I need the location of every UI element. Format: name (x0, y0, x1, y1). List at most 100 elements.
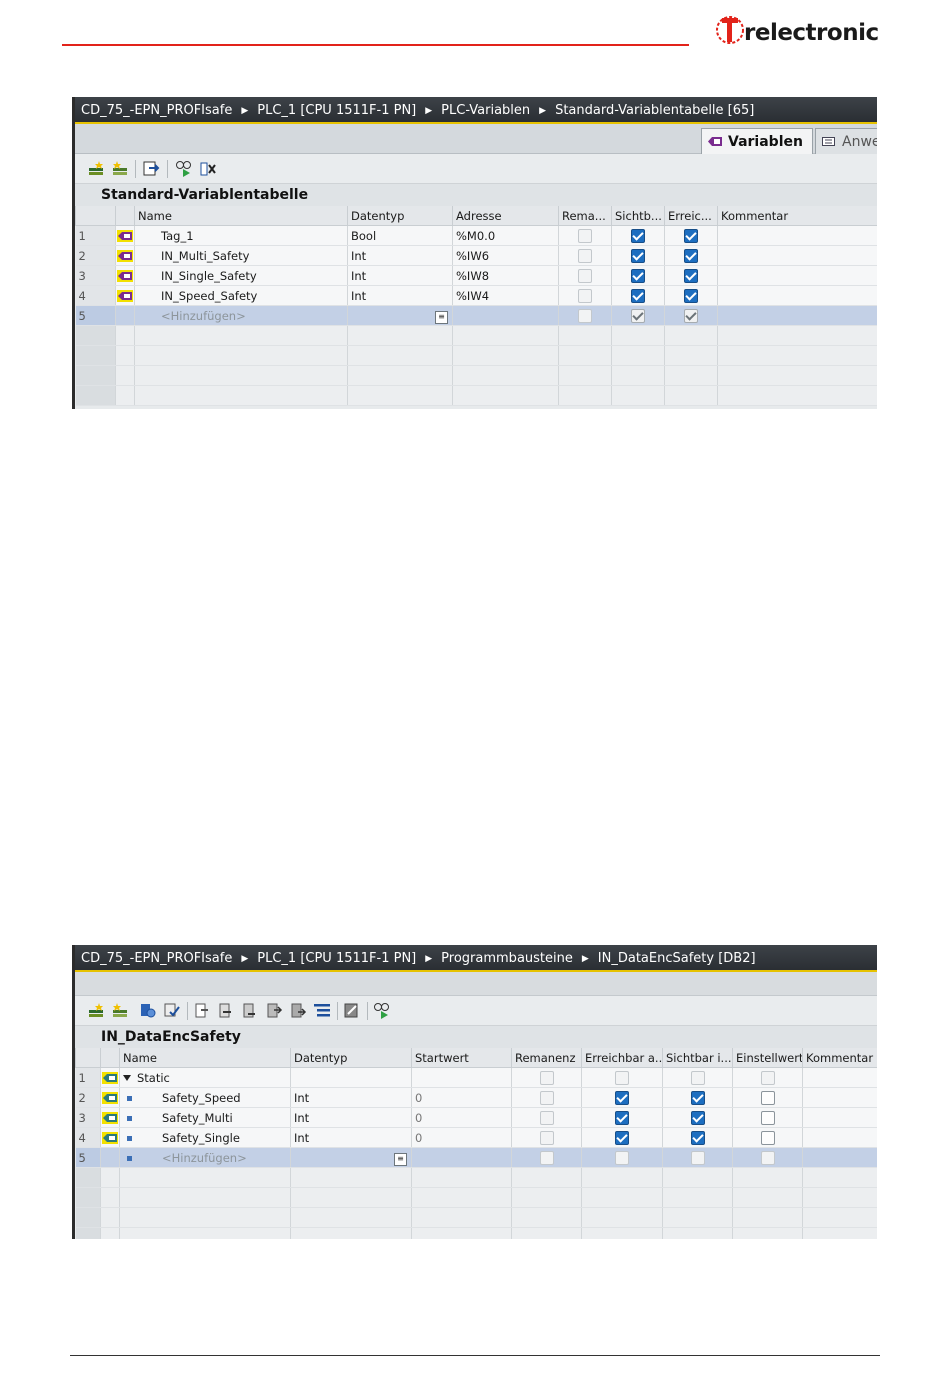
visible-checkbox[interactable] (662, 1087, 733, 1108)
visible-checkbox[interactable] (611, 225, 665, 246)
address-cell[interactable] (452, 305, 559, 326)
col-header-datatype[interactable]: Datentyp (290, 1048, 412, 1068)
setpoint-checkbox[interactable] (732, 1087, 803, 1108)
comment-cell[interactable] (717, 305, 877, 326)
datatype-cell[interactable] (290, 1067, 412, 1088)
comment-cell[interactable] (717, 245, 877, 266)
expand-all-icon[interactable] (313, 1002, 331, 1019)
col-header-visible[interactable]: Sichtb... (611, 206, 665, 226)
remanent-checkbox[interactable] (558, 305, 612, 326)
member-name-cell[interactable]: Safety_Multi (119, 1107, 291, 1128)
visible-checkbox[interactable] (662, 1067, 733, 1088)
setpoint-checkbox[interactable] (732, 1067, 803, 1088)
comment-cell[interactable] (802, 1107, 877, 1128)
insert-row-icon[interactable] (111, 160, 129, 177)
col-header-remanent[interactable]: Rema... (558, 206, 612, 226)
add-row-icon[interactable] (87, 1002, 105, 1019)
datatype-cell[interactable]: Int (347, 285, 453, 306)
table-row[interactable]: 2 Safety_Speed Int 0 (75, 1087, 877, 1108)
datatype-cell[interactable]: Int (290, 1107, 412, 1128)
comment-cell[interactable] (717, 225, 877, 246)
col-header-comment[interactable]: Kommentar (802, 1048, 877, 1068)
reachable-checkbox[interactable] (581, 1107, 663, 1128)
table-row[interactable]: 2 IN_Multi_Safety Int %IW6 (75, 245, 877, 266)
member-name-cell[interactable]: Safety_Single (119, 1127, 291, 1148)
delete-column-icon[interactable] (199, 160, 217, 177)
table-row-static[interactable]: 1 Static (75, 1067, 877, 1088)
col-header-reachable[interactable]: Erreic... (664, 206, 718, 226)
reachable-checkbox[interactable] (664, 305, 718, 326)
col-header-datatype[interactable]: Datentyp (347, 206, 453, 226)
add-tag-cell[interactable]: <Hinzufügen> (134, 305, 348, 326)
table-row[interactable]: 4 IN_Speed_Safety Int %IW4 (75, 285, 877, 306)
table-row[interactable]: 1 Tag_1 Bool %M0.0 (75, 225, 877, 246)
remanent-checkbox[interactable] (558, 285, 612, 306)
visible-checkbox[interactable] (662, 1127, 733, 1148)
reachable-checkbox[interactable] (664, 245, 718, 266)
breadcrumb-item-program-blocks[interactable]: Programmbausteine (441, 951, 573, 966)
visible-checkbox[interactable] (662, 1147, 733, 1168)
load-actual-icon[interactable] (241, 1002, 259, 1019)
tag-name-cell[interactable]: IN_Speed_Safety (134, 285, 348, 306)
visible-checkbox[interactable] (611, 305, 665, 326)
col-header-setpoint[interactable]: Einstellwert (732, 1048, 803, 1068)
col-header-name[interactable]: Name (134, 206, 348, 226)
snapshot-icon[interactable] (139, 1002, 157, 1019)
datatype-cell[interactable]: Int (290, 1087, 412, 1108)
startvalue-cell[interactable]: 0 (411, 1087, 512, 1108)
col-header-visible[interactable]: Sichtbar i... (662, 1048, 733, 1068)
breadcrumb-item-project[interactable]: CD_75_-EPN_PROFIsafe (81, 103, 232, 118)
remanent-checkbox[interactable] (511, 1067, 582, 1088)
reachable-checkbox[interactable] (664, 225, 718, 246)
startvalue-cell[interactable]: 0 (411, 1107, 512, 1128)
table-row[interactable]: 3 IN_Single_Safety Int %IW8 (75, 265, 877, 286)
address-cell[interactable]: %M0.0 (452, 225, 559, 246)
breadcrumb-item-plc-variables[interactable]: PLC-Variablen (441, 103, 530, 118)
datatype-cell[interactable]: Int (347, 265, 453, 286)
add-member-cell[interactable]: <Hinzufügen> (119, 1147, 291, 1168)
visible-checkbox[interactable] (611, 265, 665, 286)
reachable-checkbox[interactable] (581, 1067, 663, 1088)
start-to-actual-icon[interactable] (289, 1002, 307, 1019)
address-cell[interactable]: %IW6 (452, 245, 559, 266)
remanent-checkbox[interactable] (511, 1127, 582, 1148)
startvalue-cell[interactable] (411, 1067, 512, 1088)
startvalue-cell[interactable]: 0 (411, 1127, 512, 1148)
datatype-cell[interactable]: ≡ (347, 305, 453, 326)
table-row[interactable]: 4 Safety_Single Int 0 (75, 1127, 877, 1148)
comment-cell[interactable] (717, 265, 877, 286)
section-name-cell[interactable]: Static (119, 1067, 291, 1088)
comment-cell[interactable] (802, 1067, 877, 1088)
remanent-checkbox[interactable] (558, 265, 612, 286)
datatype-cell[interactable]: Int (347, 245, 453, 266)
setpoint-checkbox[interactable] (732, 1127, 803, 1148)
remanent-checkbox[interactable] (511, 1147, 582, 1168)
tag-name-cell[interactable]: IN_Multi_Safety (134, 245, 348, 266)
monitor-icon[interactable] (373, 1002, 391, 1019)
load-start-values-icon[interactable] (193, 1002, 211, 1019)
reachable-checkbox[interactable] (581, 1087, 663, 1108)
add-new-row[interactable]: 5 <Hinzufügen> ≡ (75, 1147, 877, 1168)
startvalue-cell[interactable] (411, 1147, 512, 1168)
reachable-checkbox[interactable] (581, 1127, 663, 1148)
breadcrumb-item-plc[interactable]: PLC_1 [CPU 1511F-1 PN] (257, 103, 416, 118)
insert-row-icon[interactable] (111, 1002, 129, 1019)
breadcrumb-item-datablock[interactable]: IN_DataEncSafety [DB2] (598, 951, 756, 966)
add-row-icon[interactable] (87, 160, 105, 177)
datatype-picker-icon[interactable]: ≡ (394, 1152, 407, 1166)
col-header-comment[interactable]: Kommentar (717, 206, 877, 226)
collapse-triangle-icon[interactable] (123, 1075, 131, 1081)
datatype-picker-icon[interactable]: ≡ (435, 310, 448, 324)
address-cell[interactable]: %IW8 (452, 265, 559, 286)
remanent-checkbox[interactable] (558, 225, 612, 246)
comment-cell[interactable] (802, 1127, 877, 1148)
setpoint-checkbox[interactable] (732, 1147, 803, 1168)
tag-name-cell[interactable]: Tag_1 (134, 225, 348, 246)
tab-anwender-konstanten[interactable]: Anwe (815, 128, 877, 154)
load-snapshot-icon[interactable] (217, 1002, 235, 1019)
visible-checkbox[interactable] (662, 1107, 733, 1128)
col-header-address[interactable]: Adresse (452, 206, 559, 226)
table-row[interactable]: 3 Safety_Multi Int 0 (75, 1107, 877, 1128)
keep-actual-values-icon[interactable] (343, 1002, 361, 1019)
setpoint-checkbox[interactable] (732, 1107, 803, 1128)
